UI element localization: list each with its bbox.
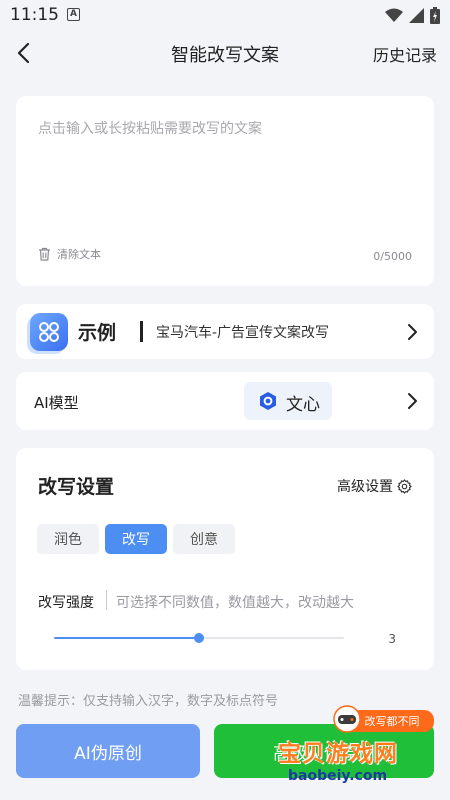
example-title: 示例 [78, 322, 117, 344]
ai-rewrite-button[interactable]: AI伪原创 [16, 724, 200, 778]
strength-divider [106, 590, 107, 610]
slider-thumb[interactable] [194, 633, 204, 643]
strength-label: 改写强度 [38, 595, 94, 611]
strength-value: 3 [388, 632, 396, 646]
history-link[interactable]: 历史记录 [373, 42, 437, 66]
signal-icon [409, 7, 424, 23]
strength-hint: 可选择不同数值，数值越大，改动越大 [116, 595, 354, 611]
mode-tab-polish[interactable]: 润色 [37, 524, 99, 554]
model-chip[interactable]: 文心 [244, 382, 332, 420]
model-card[interactable]: AI模型 文心 [16, 372, 434, 430]
gamepad-icon [333, 705, 361, 733]
example-name: 宝马汽车-广告宣传文案改写 [156, 325, 330, 341]
model-name: 文心 [286, 395, 320, 415]
text-input-placeholder[interactable]: 点击输入或长按粘贴需要改写的文案 [38, 118, 262, 138]
char-count: 0/5000 [373, 250, 412, 263]
chevron-right-icon [408, 324, 417, 340]
app-bar: 智能改写文案 历史记录 [0, 30, 450, 76]
advanced-settings-label: 高级设置 [337, 479, 393, 495]
mode-tab-rewrite[interactable]: 改写 [105, 524, 167, 554]
notification-icon: A [67, 8, 80, 21]
clear-text-label: 清除文本 [57, 248, 101, 261]
settings-card: 改写设置 高级设置 润色 改写 创意 改写强度 可选择不同数值，数值越大，改动越… [16, 448, 434, 670]
chevron-right-icon [408, 393, 417, 409]
example-logo-icon [30, 313, 68, 351]
clear-text-button[interactable]: 清除文本 [38, 246, 101, 262]
settings-title: 改写设置 [38, 476, 115, 498]
battery-icon [430, 6, 440, 24]
mode-tab-creative[interactable]: 创意 [173, 524, 235, 554]
gear-icon [397, 478, 412, 494]
status-time: 11:15 [10, 5, 59, 25]
tip-text: 温馨提示：仅支持输入汉字，数字及标点符号 [18, 694, 279, 709]
example-divider [140, 321, 143, 342]
slider-fill [54, 637, 199, 639]
model-label: AI模型 [34, 394, 79, 412]
status-bar: 11:15 A [0, 0, 450, 30]
wifi-icon [385, 8, 403, 22]
input-card[interactable]: 点击输入或长按粘贴需要改写的文案 清除文本 0/5000 [16, 96, 434, 286]
wenxin-logo-icon [260, 392, 276, 410]
advanced-ai-rewrite-button[interactable]: 高级AI伪原创 [214, 724, 434, 778]
strength-slider[interactable] [54, 633, 344, 643]
example-card[interactable]: 示例 宝马汽车-广告宣传文案改写 [16, 304, 434, 359]
trash-icon [39, 247, 50, 261]
status-icons [385, 6, 440, 24]
advanced-settings-link[interactable]: 高级设置 [337, 476, 412, 496]
mode-tabs: 润色 改写 创意 [37, 524, 235, 554]
